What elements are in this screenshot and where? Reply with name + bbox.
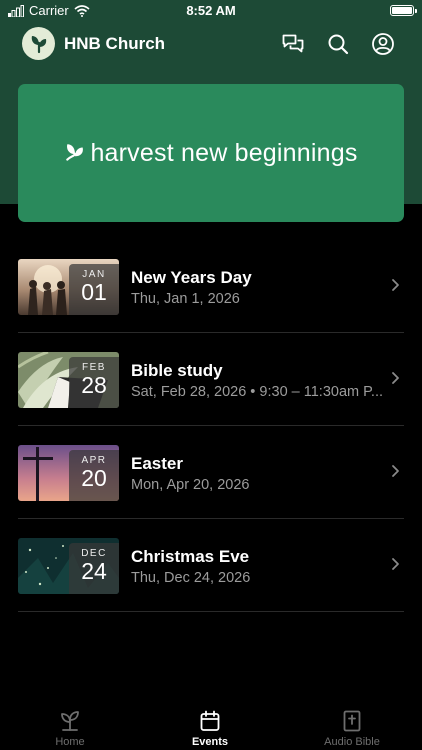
calendar-icon [200, 710, 220, 731]
date-day: 24 [81, 558, 107, 584]
battery-icon [390, 5, 417, 16]
event-list: JAN 01 New Years Day Thu, Jan 1, 2026 FE… [18, 240, 404, 612]
event-thumbnail: FEB 28 [18, 352, 119, 408]
event-title: Bible study [131, 361, 223, 380]
event-thumbnail: APR 20 [18, 445, 119, 501]
profile-icon[interactable] [371, 32, 395, 56]
tab-label: Audio Bible [324, 736, 380, 748]
event-title: Easter [131, 454, 183, 473]
event-title: Christmas Eve [131, 547, 250, 566]
date-badge: JAN 01 [69, 264, 119, 315]
chevron-right-icon [392, 372, 399, 384]
date-day: 01 [81, 279, 107, 305]
event-row[interactable]: APR 20 Easter Mon, Apr 20, 2026 [18, 426, 404, 519]
date-day: 20 [81, 465, 107, 491]
banner-text: harvest new beginnings [90, 138, 358, 167]
date-badge: APR 20 [69, 450, 119, 501]
chevron-right-icon [392, 465, 399, 477]
sprout-icon [61, 711, 79, 731]
event-row[interactable]: DEC 24 Christmas Eve Thu, Dec 24, 2026 [18, 519, 404, 612]
event-title: New Years Day [131, 268, 252, 287]
date-badge: DEC 24 [69, 543, 119, 594]
app-header: HNB Church [0, 22, 422, 66]
event-row[interactable]: FEB 28 Bible study Sat, Feb 28, 2026 • 9… [18, 333, 404, 426]
leaf-logo-icon [66, 144, 84, 161]
status-bar: Carrier 8:52 AM [0, 0, 422, 22]
tab-home[interactable]: Home [0, 697, 140, 750]
bible-icon [343, 710, 361, 732]
chat-icon[interactable] [281, 32, 305, 56]
tab-bar: Home Events Audio Bible [0, 697, 422, 750]
church-logo[interactable] [22, 27, 55, 60]
event-row[interactable]: JAN 01 New Years Day Thu, Jan 1, 2026 [18, 240, 404, 333]
tab-label: Events [191, 736, 229, 748]
chevron-right-icon [392, 279, 399, 291]
leaf-logo-icon [31, 35, 46, 53]
event-thumbnail: JAN 01 [18, 259, 119, 315]
tab-audio-bible[interactable]: Audio Bible [282, 697, 422, 750]
chevron-right-icon [392, 558, 399, 570]
tab-label: Home [55, 736, 85, 748]
status-time: 8:52 AM [186, 3, 236, 18]
event-date: Mon, Apr 20, 2026 [131, 477, 250, 493]
event-date: Thu, Jan 1, 2026 [131, 291, 240, 307]
app-title: HNB Church [64, 34, 166, 53]
event-date: Thu, Dec 24, 2026 [131, 570, 251, 586]
tab-events[interactable]: Events [140, 697, 280, 750]
search-icon[interactable] [326, 32, 350, 56]
date-day: 28 [81, 372, 107, 398]
church-banner[interactable]: harvest new beginnings [18, 84, 404, 222]
date-badge: FEB 28 [69, 357, 119, 408]
event-thumbnail: DEC 24 [18, 538, 119, 594]
event-date: Sat, Feb 28, 2026 • 9:30 – 11:30am P... [131, 384, 384, 400]
